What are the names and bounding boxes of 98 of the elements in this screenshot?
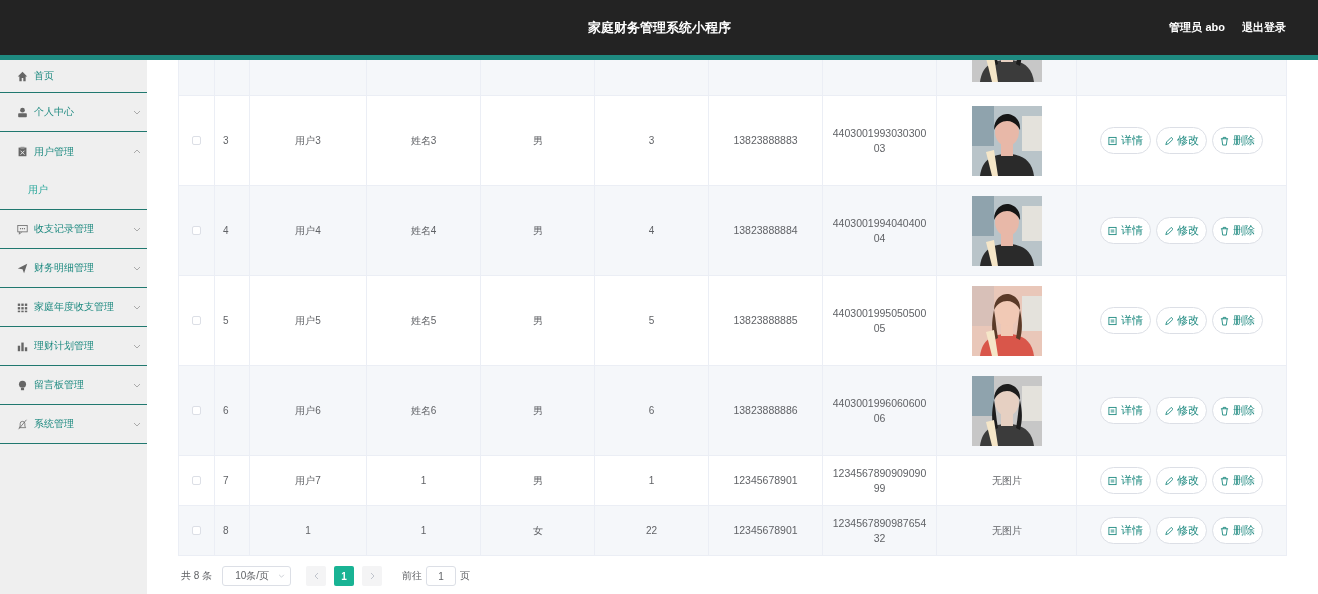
chevron-left-icon (313, 572, 319, 580)
trash-icon (1220, 135, 1229, 146)
submenu-item[interactable]: 用户 (0, 171, 147, 209)
name-cell: 姓名6 (367, 365, 481, 455)
row-checkbox[interactable] (192, 476, 201, 485)
document-icon (1108, 315, 1117, 326)
delete-button[interactable]: 删除 (1212, 217, 1263, 244)
menu-item[interactable]: 用户管理 (0, 132, 147, 171)
chevron-right-icon (369, 572, 375, 580)
app-title: 家庭财务管理系统小程序 (587, 18, 731, 37)
pencil-icon (1164, 135, 1173, 146)
pencil-icon (1164, 315, 1173, 326)
name-cell: 姓名4 (367, 185, 481, 275)
menu-item[interactable]: 个人中心 (0, 93, 147, 132)
document-icon (1108, 405, 1117, 416)
row-checkbox[interactable] (192, 526, 201, 535)
bar-chart-icon (17, 340, 28, 352)
document-icon (1108, 225, 1117, 236)
trash-icon (1220, 315, 1229, 326)
age-cell: 22 (595, 505, 709, 555)
document-icon (1108, 135, 1117, 146)
home-icon (17, 70, 28, 82)
page-size-select[interactable]: 10条/页 (222, 566, 292, 586)
delete-button[interactable]: 删除 (1212, 517, 1263, 544)
user-icon (17, 106, 28, 118)
page-input[interactable]: 1 (426, 566, 457, 586)
username-cell: 1 (250, 505, 367, 555)
no-image-text: 无图片 (991, 473, 1022, 488)
delete-button[interactable]: 删除 (1212, 397, 1263, 424)
admin-name: 管理员 abo (1169, 20, 1225, 35)
clipboard-icon (17, 146, 28, 157)
phone-cell: 13823888884 (709, 185, 823, 275)
total-count: 共 8 条 (181, 569, 213, 583)
trash-icon (1220, 405, 1229, 416)
prev-page-button[interactable] (306, 566, 327, 586)
logout-link[interactable]: 退出登录 (1242, 20, 1286, 35)
lightbulb-icon (17, 379, 28, 391)
phone-cell: 13823888886 (709, 365, 823, 455)
id-number-cell: 440300199606060006 (823, 365, 937, 455)
pencil-icon (1164, 225, 1173, 236)
bell-off-icon (17, 418, 28, 430)
menu-item[interactable]: 财务明细管理 (0, 249, 147, 288)
phone-cell: 12345678901 (709, 505, 823, 555)
id-number-cell: 123456789098765432 (823, 505, 937, 555)
menu-item[interactable]: 理财计划管理 (0, 327, 147, 366)
menu-item[interactable]: 家庭年度收支管理 (0, 288, 147, 327)
trash-icon (1220, 525, 1229, 536)
age-cell: 6 (595, 365, 709, 455)
edit-button[interactable]: 修改 (1156, 217, 1207, 244)
detail-button[interactable]: 详情 (1100, 307, 1151, 334)
row-index: 6 (215, 365, 250, 455)
chevron-down-icon (278, 574, 286, 578)
row-checkbox[interactable] (192, 136, 201, 145)
trash-icon (1220, 225, 1229, 236)
username-cell: 用户4 (250, 185, 367, 275)
edit-button[interactable]: 修改 (1156, 397, 1207, 424)
edit-button[interactable]: 修改 (1156, 517, 1207, 544)
trash-icon (1220, 475, 1229, 486)
document-icon (1108, 525, 1117, 536)
delete-button[interactable]: 删除 (1212, 307, 1263, 334)
page-suffix: 页 (460, 569, 471, 583)
name-cell: 1 (367, 505, 481, 555)
age-cell: 4 (595, 185, 709, 275)
detail-button[interactable]: 详情 (1100, 517, 1151, 544)
username-cell: 用户6 (250, 365, 367, 455)
menu-item[interactable]: 留言板管理 (0, 366, 147, 405)
delete-button[interactable]: 删除 (1212, 467, 1263, 494)
paper-plane-icon (17, 262, 28, 274)
edit-button[interactable]: 修改 (1156, 307, 1207, 334)
next-page-button[interactable] (362, 566, 383, 586)
delete-button[interactable]: 删除 (1212, 127, 1263, 154)
pencil-icon (1164, 475, 1173, 486)
id-number-cell: 440300199404040004 (823, 185, 937, 275)
menu-item[interactable]: 首页 (0, 60, 147, 93)
no-image-text: 无图片 (991, 523, 1022, 538)
edit-button[interactable]: 修改 (1156, 127, 1207, 154)
gender-cell: 女 (481, 505, 595, 555)
pencil-icon (1164, 405, 1173, 416)
row-index: 4 (215, 185, 250, 275)
document-icon (1108, 475, 1117, 486)
row-checkbox[interactable] (192, 226, 201, 235)
grid-icon (17, 301, 28, 313)
edit-button[interactable]: 修改 (1156, 467, 1207, 494)
menu-item[interactable]: 系统管理 (0, 405, 147, 444)
detail-button[interactable]: 详情 (1100, 397, 1151, 424)
detail-button[interactable]: 详情 (1100, 217, 1151, 244)
chat-icon (17, 223, 28, 235)
row-index: 8 (215, 505, 250, 555)
pencil-icon (1164, 525, 1173, 536)
gender-cell: 男 (481, 185, 595, 275)
detail-button[interactable]: 详情 (1100, 127, 1151, 154)
detail-button[interactable]: 详情 (1100, 467, 1151, 494)
row-checkbox[interactable] (192, 406, 201, 415)
gender-cell: 男 (481, 365, 595, 455)
row-checkbox[interactable] (192, 316, 201, 325)
goto-label: 前往 (402, 569, 423, 583)
page-number[interactable]: 1 (334, 566, 355, 586)
menu-item[interactable]: 收支记录管理 (0, 210, 147, 249)
